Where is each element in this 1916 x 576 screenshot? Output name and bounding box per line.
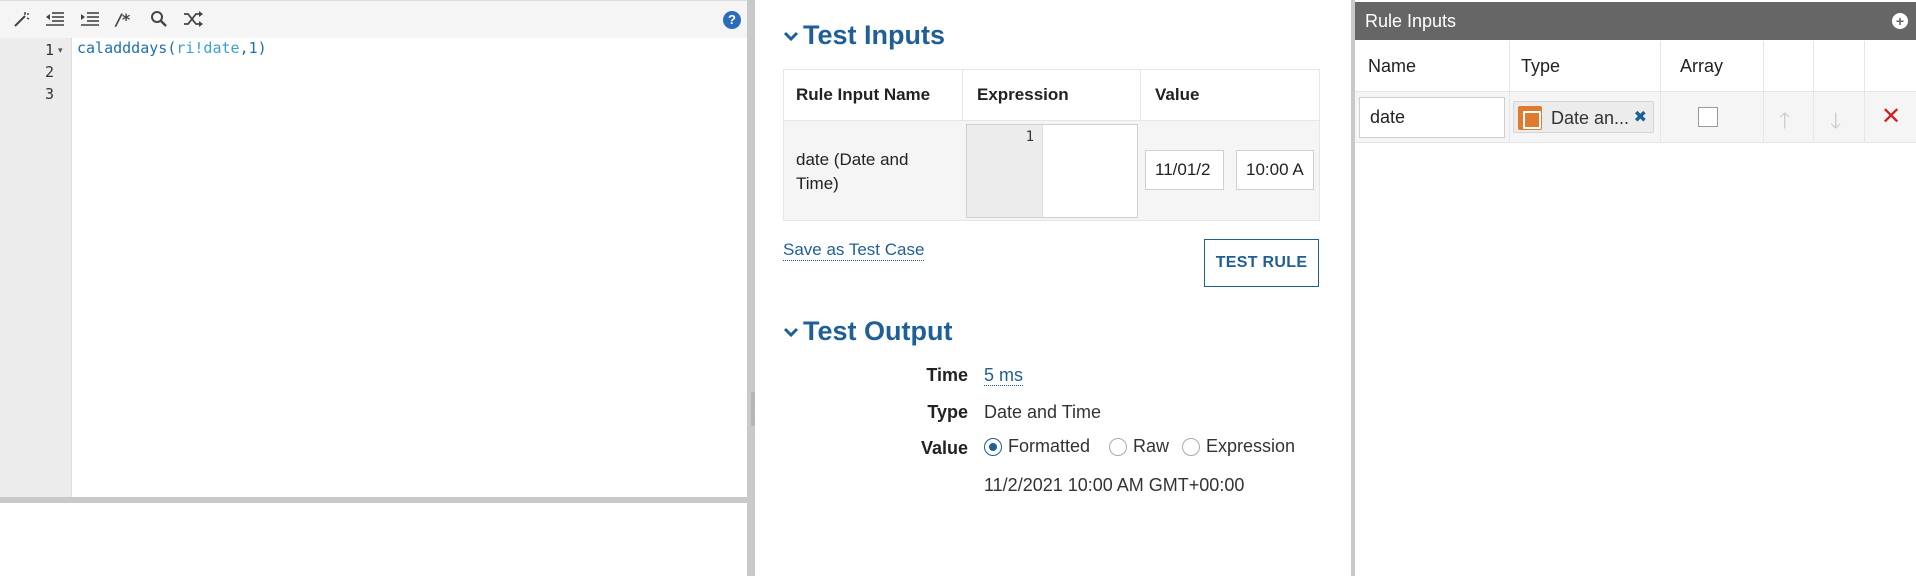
column-header: Expression <box>977 85 1069 104</box>
rule-inputs-panel: Rule Inputs + Name Type Array date Date … <box>1355 0 1916 576</box>
test-panel: Test Inputs Rule Input Name Expression V… <box>755 0 1351 576</box>
expression-editor-cell[interactable]: 1 <box>966 124 1138 218</box>
fold-toggle-icon[interactable]: ▾ <box>58 45 63 56</box>
column-header: Name <box>1368 56 1417 76</box>
test-output-header[interactable]: Test Output <box>783 316 952 347</box>
column-separator <box>1813 41 1814 142</box>
column-header: Rule Input Name <box>796 85 931 104</box>
test-result-value: 11/2/2021 10:00 AM GMT+00:00 <box>984 475 1245 495</box>
magic-wand-icon[interactable] <box>12 10 30 30</box>
radio-expression[interactable] <box>1182 438 1200 456</box>
code-paren: ( <box>167 39 177 57</box>
rule-inputs-header: Rule Inputs + <box>1355 2 1916 40</box>
type-value: Date and Time <box>984 402 1102 422</box>
column-separator <box>1509 41 1510 142</box>
type-label: Date an... <box>1551 108 1630 128</box>
column-separator <box>962 70 963 120</box>
code-args: ,1) <box>239 39 267 57</box>
move-down-arrow-icon[interactable]: 🡓 <box>1830 104 1841 142</box>
expression-editor: /* ? 1 ▾ 2 3 caladddays(ri!date,1) <box>0 0 747 576</box>
rule-input-name: date (Date and Time) <box>796 150 909 193</box>
type-picker[interactable]: Date an... ✖ <box>1513 101 1654 133</box>
clear-type-icon[interactable]: ✖ <box>1634 102 1647 134</box>
comment-icon[interactable]: /* <box>116 10 130 30</box>
radio-formatted[interactable] <box>984 438 1002 456</box>
line-number: 2 <box>44 63 54 81</box>
delete-icon[interactable]: ✕ <box>1881 102 1901 130</box>
code-line: caladddays(ri!date,1) <box>77 39 267 57</box>
value-label: Value <box>920 438 968 458</box>
row-divider <box>1355 142 1916 143</box>
code-rule-input: ri!date <box>176 39 240 57</box>
column-separator <box>1660 41 1661 142</box>
test-inputs-table: Rule Input Name Expression Value date (D… <box>783 69 1320 221</box>
editor-toolbar: /* ? <box>0 0 747 38</box>
editor-bottom-pane <box>0 503 747 576</box>
rule-input-name-field[interactable]: date <box>1359 97 1505 138</box>
help-icon[interactable]: ? <box>723 11 741 29</box>
test-rule-button[interactable]: TEST RULE <box>1204 239 1319 287</box>
time-label: Time <box>926 365 968 385</box>
chevron-down-icon <box>783 322 799 343</box>
code-text-area[interactable]: caladddays(ri!date,1) <box>72 38 747 497</box>
time-value-link[interactable]: 5 ms <box>984 365 1024 386</box>
column-header: Value <box>1155 85 1200 104</box>
test-inputs-header[interactable]: Test Inputs <box>783 20 945 51</box>
radio-label[interactable]: Formatted <box>1008 436 1090 457</box>
date-time-type-icon <box>1518 106 1542 130</box>
line-number: 1 <box>1025 129 1034 145</box>
test-inputs-title: Test Inputs <box>803 20 946 50</box>
radio-label[interactable]: Expression <box>1206 436 1295 457</box>
column-separator <box>1763 41 1764 142</box>
column-separator <box>1864 41 1865 142</box>
outdent-icon[interactable] <box>45 10 65 30</box>
line-number: 3 <box>44 85 54 103</box>
column-header: Type <box>1521 56 1561 76</box>
editor-gutter: 1 ▾ 2 3 <box>0 38 72 497</box>
array-checkbox[interactable] <box>1698 107 1718 127</box>
add-rule-input-icon[interactable]: + <box>1892 13 1908 29</box>
line-number: 1 <box>44 41 54 59</box>
chevron-down-icon <box>783 26 799 47</box>
type-label: Type <box>927 402 968 422</box>
time-value-input[interactable]: 10:00 A <box>1236 150 1314 190</box>
indent-icon[interactable] <box>80 10 100 30</box>
radio-label[interactable]: Raw <box>1133 436 1169 457</box>
date-value-input[interactable]: 11/01/2 <box>1145 150 1224 190</box>
app-root: /* ? 1 ▾ 2 3 caladddays(ri!date,1) ◂ ▸ <box>0 0 1916 576</box>
column-separator <box>1140 70 1141 120</box>
move-up-arrow-icon[interactable]: 🡑 <box>1779 104 1790 142</box>
save-as-test-case-link[interactable]: Save as Test Case <box>783 240 925 261</box>
expression-gutter: 1 <box>967 125 1043 217</box>
search-icon[interactable] <box>150 10 168 30</box>
test-output-title: Test Output <box>803 316 953 346</box>
left-panel-divider[interactable] <box>747 0 755 576</box>
code-function: caladddays <box>77 39 168 57</box>
shuffle-icon[interactable] <box>183 10 203 30</box>
column-header: Array <box>1680 56 1724 76</box>
time-value[interactable]: 5 ms <box>984 365 1024 386</box>
rule-inputs-title: Rule Inputs <box>1365 11 1457 31</box>
row-divider <box>1355 91 1916 92</box>
radio-raw[interactable] <box>1109 438 1127 456</box>
